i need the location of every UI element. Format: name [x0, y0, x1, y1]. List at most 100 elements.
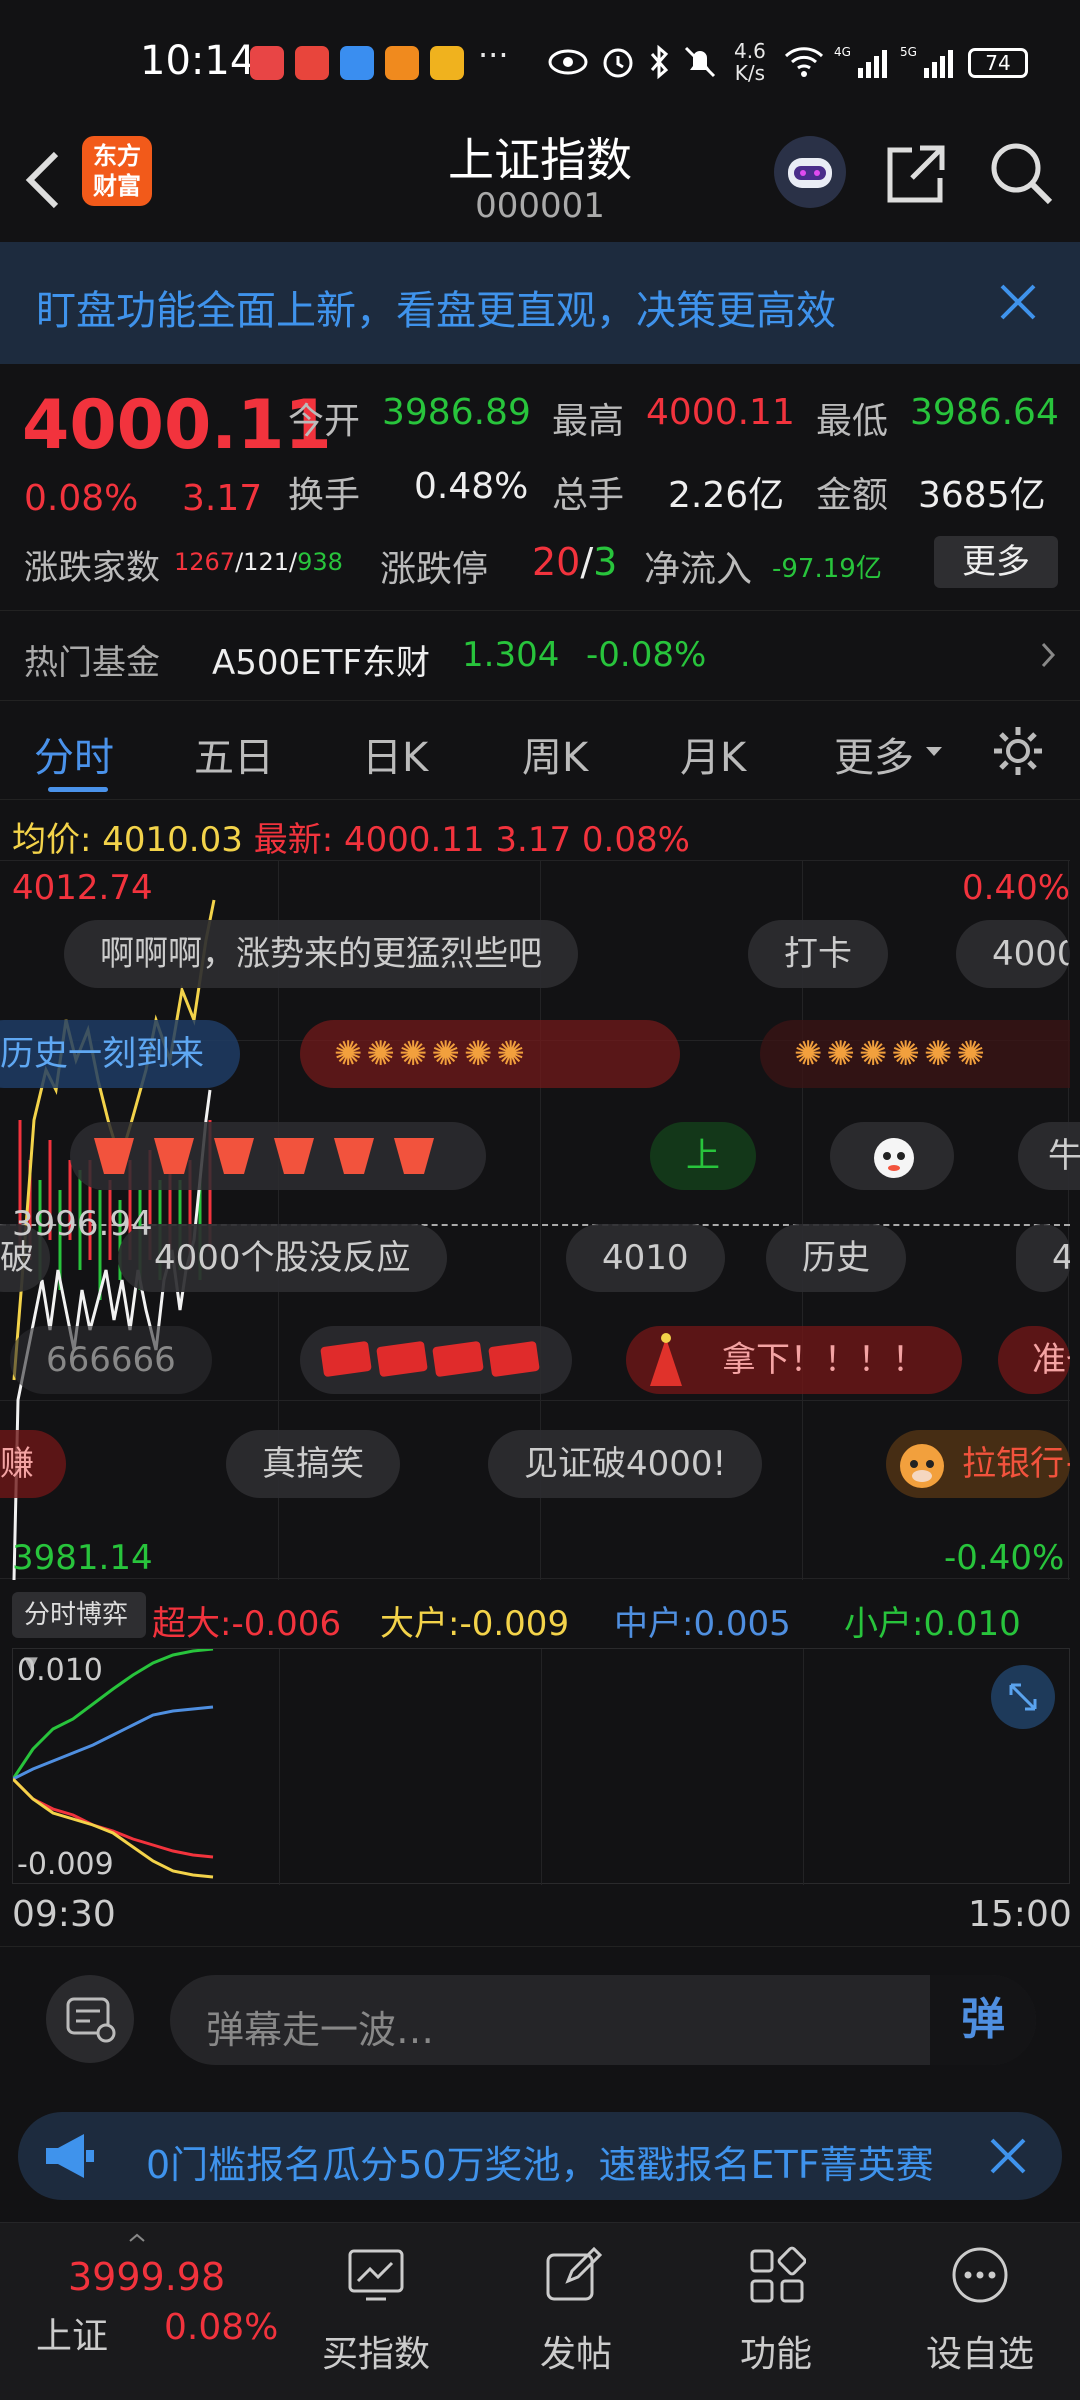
status-time: 10:14	[140, 38, 256, 84]
latest-change: 3.17	[495, 820, 572, 860]
danmu-settings-icon	[66, 1997, 116, 2043]
danmu-bubble[interactable]: 啊啊啊，涨势来的更猛烈些吧	[64, 920, 578, 988]
nav-add-watchlist[interactable]: 设自选	[920, 2235, 1040, 2395]
more-notifications: ···	[478, 36, 509, 74]
danmu-bubble[interactable]: 历史一刻到来	[0, 1020, 240, 1088]
more-button[interactable]: 更多	[934, 536, 1058, 588]
sticker-bubble[interactable]	[830, 1122, 954, 1190]
chevron-right-icon	[1041, 642, 1056, 668]
medium-value: 0.005	[693, 1604, 791, 1644]
battery-level: 74	[985, 51, 1011, 75]
fireworks-bubble[interactable]: ✺✺✺✺✺✺	[760, 1020, 1070, 1088]
tab-monthly-k[interactable]: 月K	[680, 725, 746, 783]
limit-down: 3	[593, 540, 618, 584]
adv-decline-label: 涨跌家数	[24, 548, 160, 588]
fireworks-bubble[interactable]: ✺✺✺✺✺✺	[300, 1020, 680, 1088]
app-notify-icon	[430, 46, 464, 80]
bluetooth-icon	[650, 44, 669, 80]
ad-banner[interactable]: 0门槛报名瓜分50万奖池，速戳报名ETF菁英赛	[18, 2112, 1062, 2200]
danmu-bubble[interactable]: 上	[650, 1122, 756, 1190]
bottom-nav: 3999.98 上证 0.08% 买指数 发帖 功能 设自选	[0, 2222, 1080, 2400]
gear-icon[interactable]	[990, 723, 1046, 779]
nav-post[interactable]: 发帖	[526, 2235, 626, 2395]
danmu-settings-button[interactable]	[46, 1975, 134, 2063]
index-price[interactable]: 3999.98	[68, 2255, 225, 2299]
latest-price: 4000.11	[343, 820, 485, 860]
tab-intraday[interactable]: 分时	[34, 725, 114, 783]
danmu-bubble[interactable]: 历史	[766, 1224, 906, 1292]
decliners: 938	[297, 548, 343, 576]
danmu-bubble[interactable]: 4	[1016, 1224, 1070, 1292]
collapse-arrow-icon[interactable]	[128, 2233, 146, 2243]
search-icon[interactable]	[988, 140, 1054, 206]
tab-weekly-k[interactable]: 周K	[522, 725, 588, 783]
danmu-input[interactable]: 弹幕走一波… 弹	[170, 1975, 1036, 2065]
mascot-sticker-icon	[874, 1138, 914, 1178]
small-label: 小户:	[844, 1604, 924, 1644]
close-icon[interactable]	[988, 2136, 1028, 2176]
header: 东方 财富 上证指数 000001	[0, 130, 1080, 240]
danmu-bubble[interactable]: 见证破4000!	[488, 1430, 763, 1498]
danmu-bubble[interactable]: 准备	[998, 1326, 1070, 1394]
turnover-value: 0.48%	[414, 466, 529, 507]
unchanged: 121	[243, 548, 289, 576]
ad-text: 0门槛报名瓜分50万奖池，速戳报名ETF菁英赛	[146, 2143, 934, 2187]
danmu-bubble[interactable]: 牛	[1018, 1122, 1080, 1190]
app-notify-icon	[250, 46, 284, 80]
eye-icon	[548, 49, 588, 75]
close-icon[interactable]	[998, 282, 1038, 322]
danmu-bubble[interactable]: 4010	[566, 1224, 725, 1292]
nav-label: 设自选	[926, 2334, 1035, 2375]
danmu-toggle-button[interactable]: 弹	[930, 1975, 1036, 2065]
edit-icon	[546, 2246, 603, 2301]
intraday-chart[interactable]: 啊啊啊，涨势来的更猛烈些吧 打卡 4000+ 历史一刻到来 ✺✺✺✺✺✺ ✺✺✺…	[0, 860, 1080, 1580]
flow-axis-bottom: -0.009	[17, 1847, 114, 1882]
danmu-bubble[interactable]: 打卡	[748, 920, 888, 988]
danmu-bubble[interactable]: 4000个股没反应	[118, 1224, 447, 1292]
adv-decline-counts: 1267/121/938	[174, 548, 343, 576]
chevron-down-icon	[926, 747, 942, 756]
netflow-label: 净流入	[644, 549, 753, 590]
tab-daily-k[interactable]: 日K	[362, 725, 428, 783]
robot-assistant-icon[interactable]	[772, 134, 848, 210]
sticker-bubble[interactable]	[300, 1326, 572, 1394]
sticker-bubble[interactable]	[70, 1122, 486, 1190]
volume-label: 总手	[552, 475, 625, 516]
share-icon[interactable]	[884, 142, 946, 204]
firecracker-icon	[650, 1333, 682, 1386]
fund-price: 1.304	[462, 635, 560, 675]
signal-5g-icon: 5G	[900, 45, 953, 78]
hot-fund-row[interactable]: 热门基金 A500ETF东财 1.304 -0.08%	[0, 610, 1080, 696]
flow-lines	[13, 1649, 214, 1879]
flow-selector[interactable]: 分时博弈 ▼	[12, 1592, 146, 1674]
fund-flow-chart[interactable]: 0.010 -0.009	[12, 1648, 1070, 1885]
tab-more[interactable]: 更多	[834, 725, 914, 783]
grid-apps-icon	[750, 2246, 806, 2303]
open-value: 3986.89	[382, 392, 531, 433]
nav-label: 发帖	[540, 2334, 613, 2375]
large: 大户:-0.009	[380, 1596, 569, 1645]
super-large-value: -0.006	[231, 1604, 342, 1644]
nav-buy-index[interactable]: 买指数	[318, 2235, 434, 2395]
feature-banner[interactable]: 盯盘功能全面上新，看盘更直观，决策更高效	[0, 242, 1080, 364]
flow-selector-label: 分时博弈	[24, 1600, 129, 1630]
danmu-bubble[interactable]: 4000+	[956, 920, 1070, 988]
high-value: 4000.11	[646, 392, 795, 433]
tab-five-day[interactable]: 五日	[194, 725, 274, 783]
danmu-bubble[interactable]: 666666	[10, 1326, 212, 1394]
separator: /	[235, 548, 244, 576]
danmu-bubble[interactable]: 赚	[0, 1430, 66, 1498]
taobao-icon	[385, 46, 419, 80]
index-change[interactable]: 0.08%	[164, 2307, 278, 2348]
danmu-bubble[interactable]: 真搞笑	[226, 1430, 400, 1498]
advancers: 1267	[174, 548, 236, 576]
nav-functions[interactable]: 功能	[726, 2235, 826, 2395]
amount-label: 金额	[816, 475, 889, 516]
expand-icon[interactable]	[989, 1663, 1057, 1731]
index-name[interactable]: 上证	[36, 2307, 108, 2359]
svg-text:5G: 5G	[900, 45, 917, 59]
pct-axis-bottom: -0.40%	[944, 1538, 1065, 1578]
fund-name: A500ETF东财	[212, 643, 430, 683]
netflow-value: -97.19亿	[772, 554, 882, 584]
separator: /	[288, 548, 298, 576]
